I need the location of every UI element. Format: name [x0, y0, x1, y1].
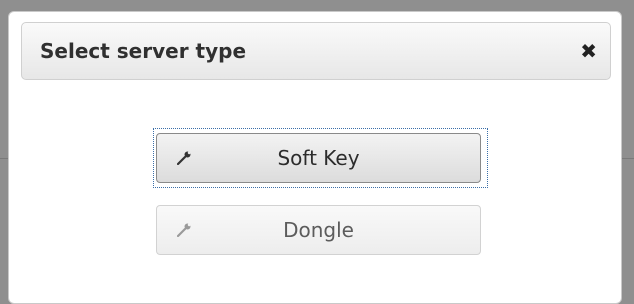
close-icon[interactable]: ✖	[580, 23, 597, 79]
dongle-button[interactable]: Dongle	[156, 205, 481, 255]
soft-key-label: Soft Key	[277, 146, 360, 170]
dongle-label: Dongle	[283, 218, 354, 242]
dialog-header: Select server type ✖	[21, 22, 611, 80]
dialog-title: Select server type	[40, 39, 247, 63]
server-type-dialog: Select server type ✖ Soft Key Dongle	[8, 11, 622, 304]
soft-key-button[interactable]: Soft Key	[156, 133, 481, 183]
